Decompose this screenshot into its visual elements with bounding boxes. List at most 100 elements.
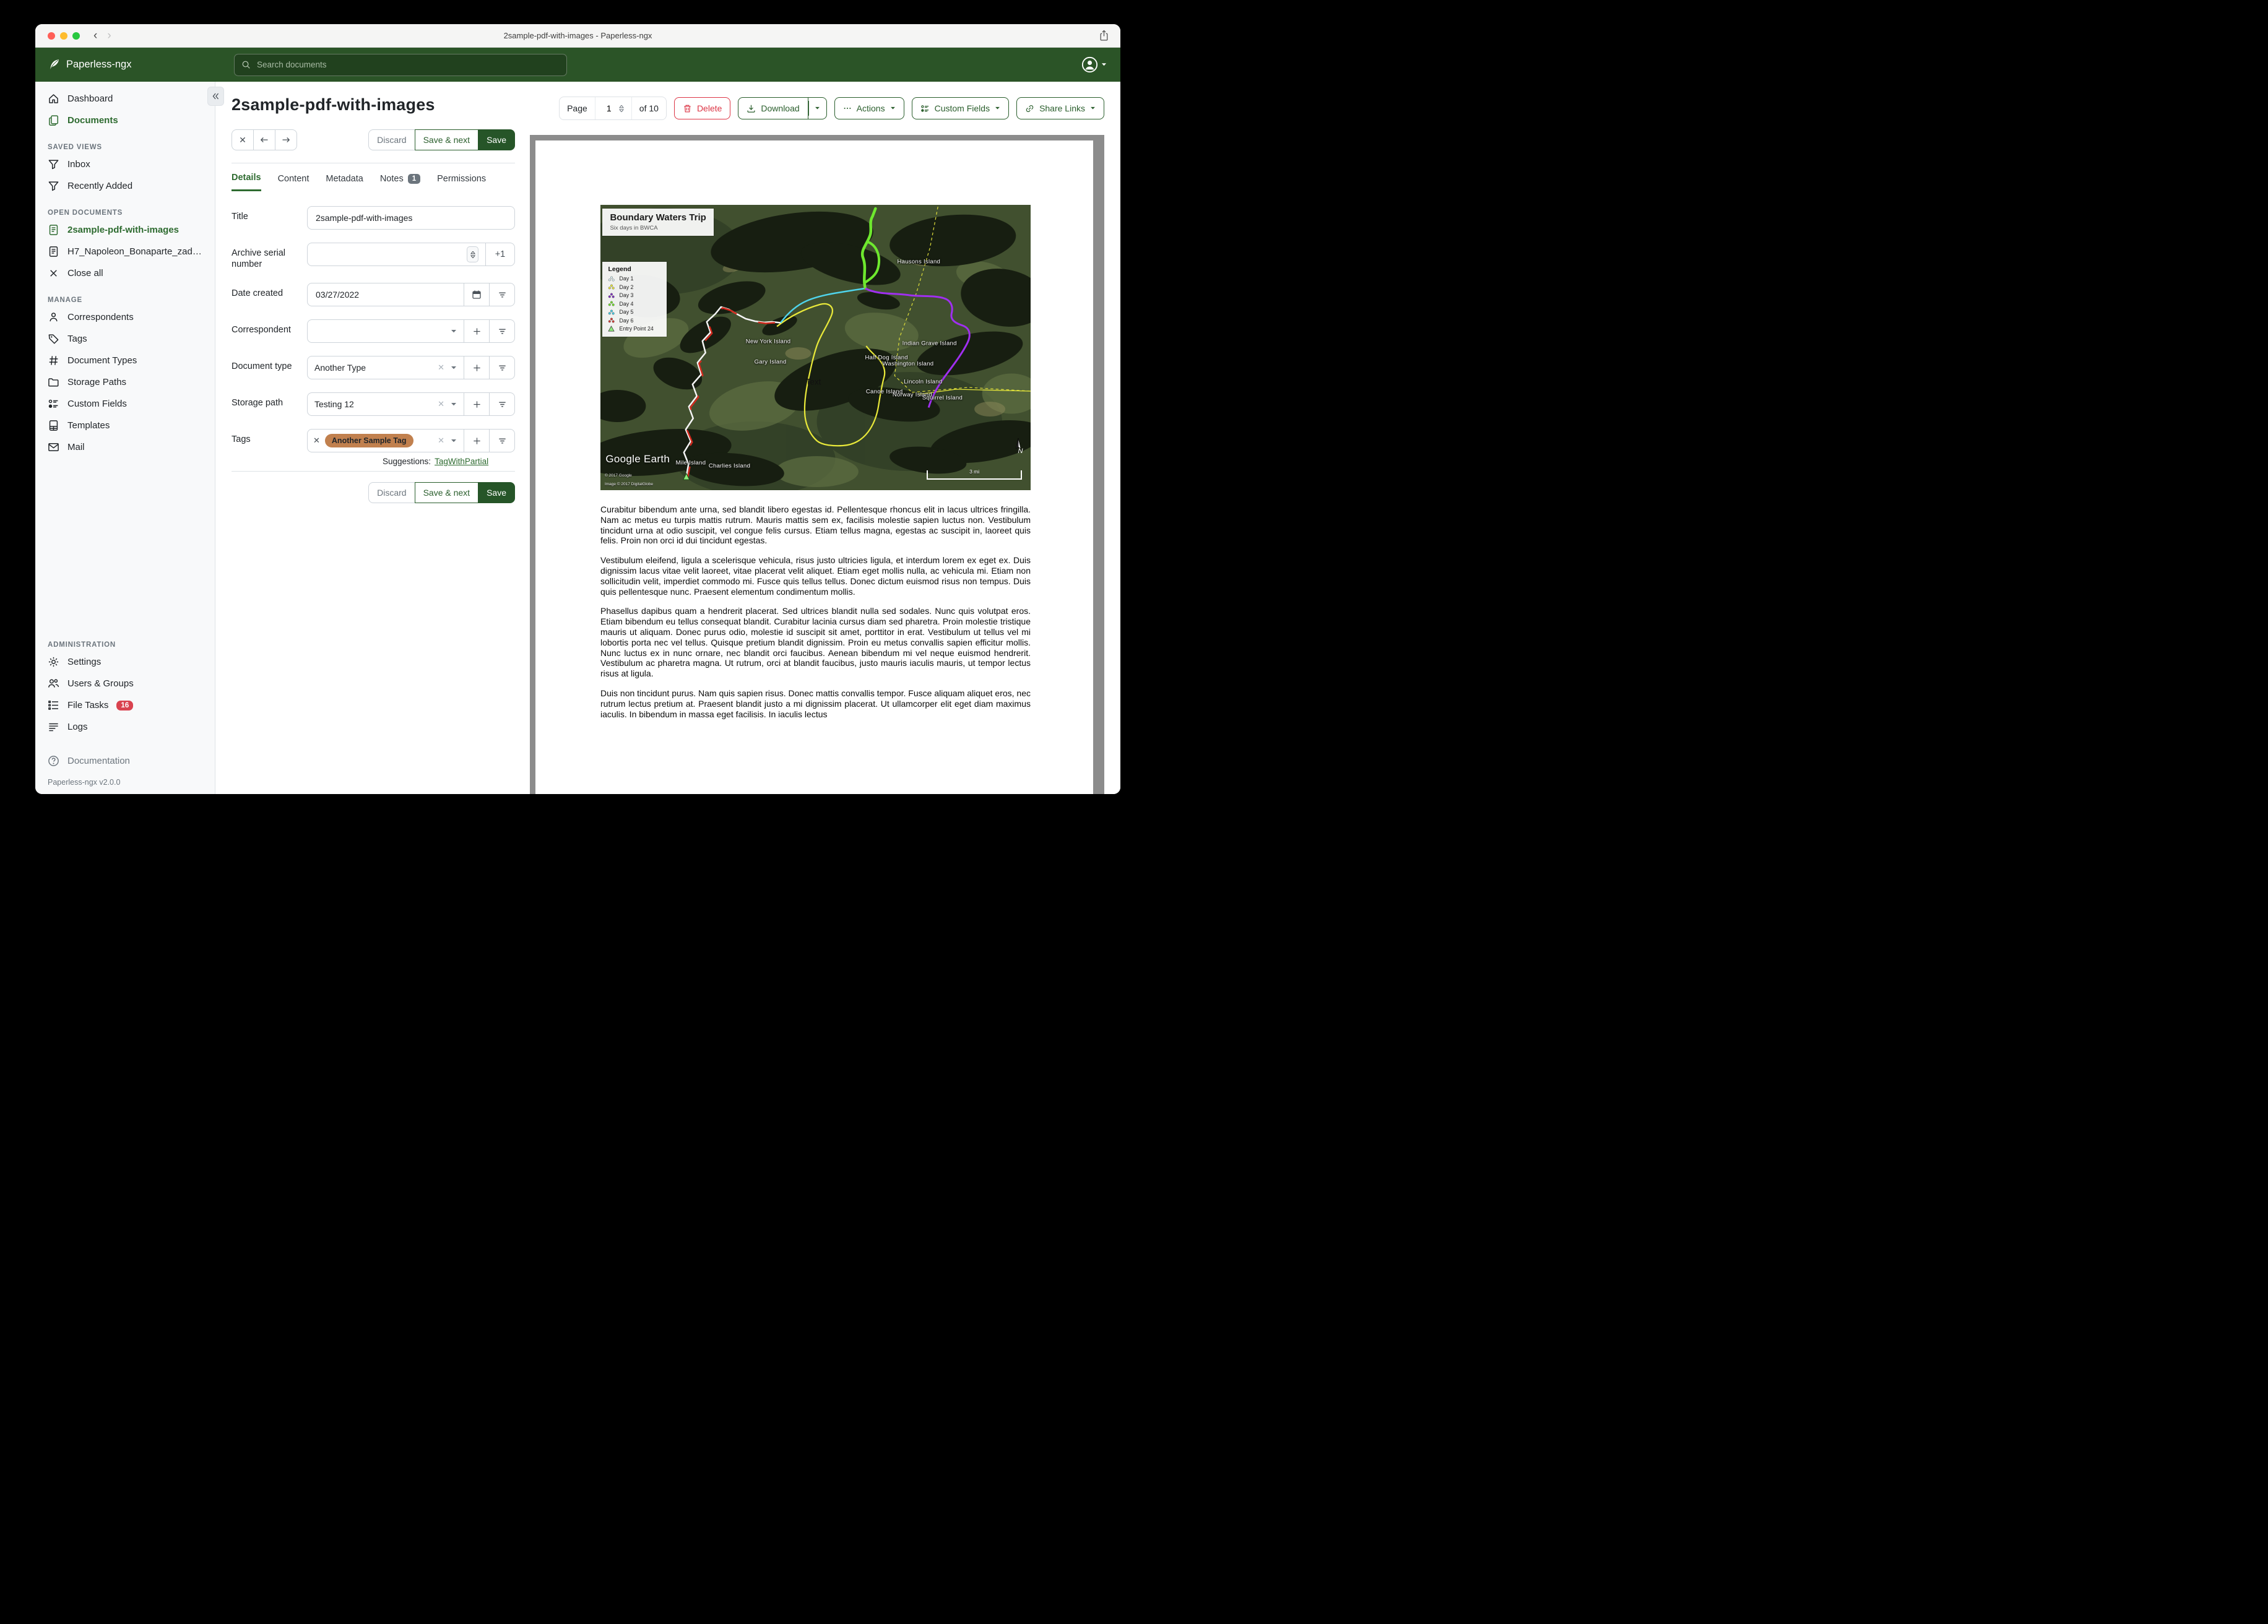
plus-icon: [473, 401, 480, 408]
tag-chip[interactable]: Another Sample Tag: [324, 434, 413, 448]
sidebar-section-header: OPEN DOCUMENTS: [48, 209, 123, 217]
user-menu[interactable]: [1081, 56, 1107, 73]
chevron-down-icon: [890, 106, 895, 110]
sidebar-item-users-groups[interactable]: Users & Groups: [35, 673, 215, 694]
tab-notes[interactable]: Notes 1: [380, 173, 421, 191]
sidebar-item-documents[interactable]: Documents: [35, 110, 215, 131]
sidebar-item-documentation[interactable]: Documentation: [35, 750, 215, 772]
sidebar-section: MANAGE Correspondents Tags Document Types St…: [35, 284, 215, 458]
title-input[interactable]: [314, 212, 508, 223]
sidebar-item-inbox[interactable]: Inbox: [35, 153, 215, 175]
document-edit-panel: 2sample-pdf-with-images ✕ Discard Save &…: [232, 93, 515, 504]
tab-permissions[interactable]: Permissions: [437, 173, 486, 191]
zoom-window-button[interactable]: [72, 32, 80, 40]
download-button[interactable]: Download: [738, 97, 808, 119]
save-next-button-bottom[interactable]: Save & next: [414, 482, 479, 504]
asn-stepper[interactable]: [467, 246, 478, 262]
clear-icon[interactable]: ✕: [438, 399, 444, 409]
document-type-filter-button[interactable]: [489, 356, 514, 379]
app-brand[interactable]: Paperless-ngx: [48, 58, 131, 71]
tab-content[interactable]: Content: [278, 173, 309, 191]
actions-button[interactable]: Actions: [834, 97, 904, 119]
sidebar-item-document-types[interactable]: Document Types: [35, 350, 215, 371]
custom-fields-button[interactable]: Custom Fields: [911, 97, 1010, 119]
sidebar-collapse-button[interactable]: [207, 87, 224, 106]
correspondent-add-button[interactable]: [464, 320, 489, 343]
link-icon: [1026, 105, 1034, 112]
date-filter-button[interactable]: [489, 283, 514, 306]
sidebar-item-open-document-h7-napoleon[interactable]: H7_Napoleon_Bonaparte_zadanie: [35, 241, 215, 262]
funnel-icon: [48, 181, 59, 191]
tags-add-button[interactable]: [464, 430, 489, 452]
browser-back-button[interactable]: ‹: [93, 30, 97, 41]
sidebar-item-open-document-2sample-pdf-with-images[interactable]: 2sample-pdf-with-images: [35, 219, 215, 241]
browser-forward-button[interactable]: ›: [107, 30, 111, 41]
page-number-input[interactable]: [602, 103, 615, 114]
sidebar-item-logs[interactable]: Logs: [35, 716, 215, 738]
storage-path-filter-button[interactable]: [489, 393, 514, 416]
sidebar-item-settings[interactable]: Settings: [35, 651, 215, 673]
document-preview-panel[interactable]: Boundary Waters Trip Six days in BWCA Le…: [530, 135, 1104, 794]
tab-metadata[interactable]: Metadata: [326, 173, 363, 191]
sidebar-item-label: Inbox: [67, 159, 90, 170]
date-created-input[interactable]: [314, 289, 457, 301]
asn-input[interactable]: [314, 249, 462, 260]
sidebar-item-correspondents[interactable]: Correspondents: [35, 306, 215, 328]
legend-item: Entry Point 24: [608, 326, 661, 332]
sidebar-item-tags[interactable]: Tags: [35, 328, 215, 350]
legend-item: Day 6: [608, 317, 661, 324]
remove-tag-icon[interactable]: ✕: [313, 436, 320, 446]
sidebar-item-mail[interactable]: Mail: [35, 436, 215, 458]
download-menu-button[interactable]: [808, 97, 827, 119]
sidebar-item-templates[interactable]: Templates: [35, 415, 215, 436]
tab-details[interactable]: Details: [232, 173, 261, 191]
minimize-window-button[interactable]: [60, 32, 67, 40]
document-type-add-button[interactable]: [464, 356, 489, 379]
sidebar-item-label: Dashboard: [67, 93, 113, 104]
discard-button-bottom[interactable]: Discard: [368, 482, 415, 504]
save-next-button[interactable]: Save & next: [414, 129, 479, 150]
sidebar-item-storage-paths[interactable]: Storage Paths: [35, 371, 215, 393]
close-window-button[interactable]: [48, 32, 55, 40]
tags-select[interactable]: ✕ Another Sample Tag ✕: [308, 430, 464, 452]
search-bar[interactable]: [234, 53, 567, 76]
next-document-button[interactable]: [275, 129, 297, 150]
chevron-down-icon: [451, 402, 457, 407]
document-type-select[interactable]: Another Type ✕: [308, 356, 464, 379]
sidebar-item-dashboard[interactable]: Dashboard: [35, 88, 215, 110]
share-links-button[interactable]: Share Links: [1016, 97, 1104, 119]
sidebar-item-recently-added[interactable]: Recently Added: [35, 175, 215, 197]
tags-filter-button[interactable]: [489, 430, 514, 452]
storage-path-add-button[interactable]: [464, 393, 489, 416]
sidebar-item-file-tasks[interactable]: File Tasks 16: [35, 694, 215, 716]
page-navigation: Page of 10: [559, 97, 667, 120]
clear-icon[interactable]: ✕: [438, 436, 444, 446]
map-scale-bar: 3 mi: [927, 469, 1023, 480]
legend-item: Day 3: [608, 292, 661, 298]
suggestion-link-tagwithpartial[interactable]: TagWithPartial: [435, 457, 488, 466]
search-icon: [241, 60, 251, 69]
share-icon[interactable]: [1099, 30, 1109, 41]
sidebar-item-custom-fields[interactable]: Custom Fields: [35, 393, 215, 415]
sidebar-item-close-all[interactable]: Close all: [35, 262, 215, 284]
save-button[interactable]: Save: [478, 129, 515, 150]
correspondent-select[interactable]: [308, 320, 464, 342]
correspondent-filter-button[interactable]: [489, 320, 514, 343]
previous-document-button[interactable]: [253, 129, 275, 150]
page-stepper[interactable]: [618, 105, 624, 112]
save-button-bottom[interactable]: Save: [478, 482, 515, 504]
page-count-label: of 10: [631, 97, 666, 119]
delete-button[interactable]: Delete: [673, 97, 731, 119]
close-document-button[interactable]: ✕: [232, 129, 254, 150]
custom-fields-icon: [920, 105, 928, 112]
storage-path-select[interactable]: Testing 12 ✕: [308, 393, 464, 415]
date-picker-button[interactable]: [464, 283, 489, 306]
discard-button[interactable]: Discard: [368, 129, 415, 150]
map-label: Gary Island: [754, 358, 787, 366]
asn-plus-one-button[interactable]: +1: [485, 243, 514, 266]
map-credit-digitalglobe: Image © 2017 DigitalGlobe: [604, 482, 654, 487]
clear-icon[interactable]: ✕: [438, 363, 444, 373]
search-input[interactable]: [256, 59, 560, 70]
document-text: Curabitur bibendum ante urna, sed blandi…: [600, 504, 1031, 719]
document-paragraph: Duis non tincidunt purus. Nam quis sapie…: [600, 688, 1031, 719]
